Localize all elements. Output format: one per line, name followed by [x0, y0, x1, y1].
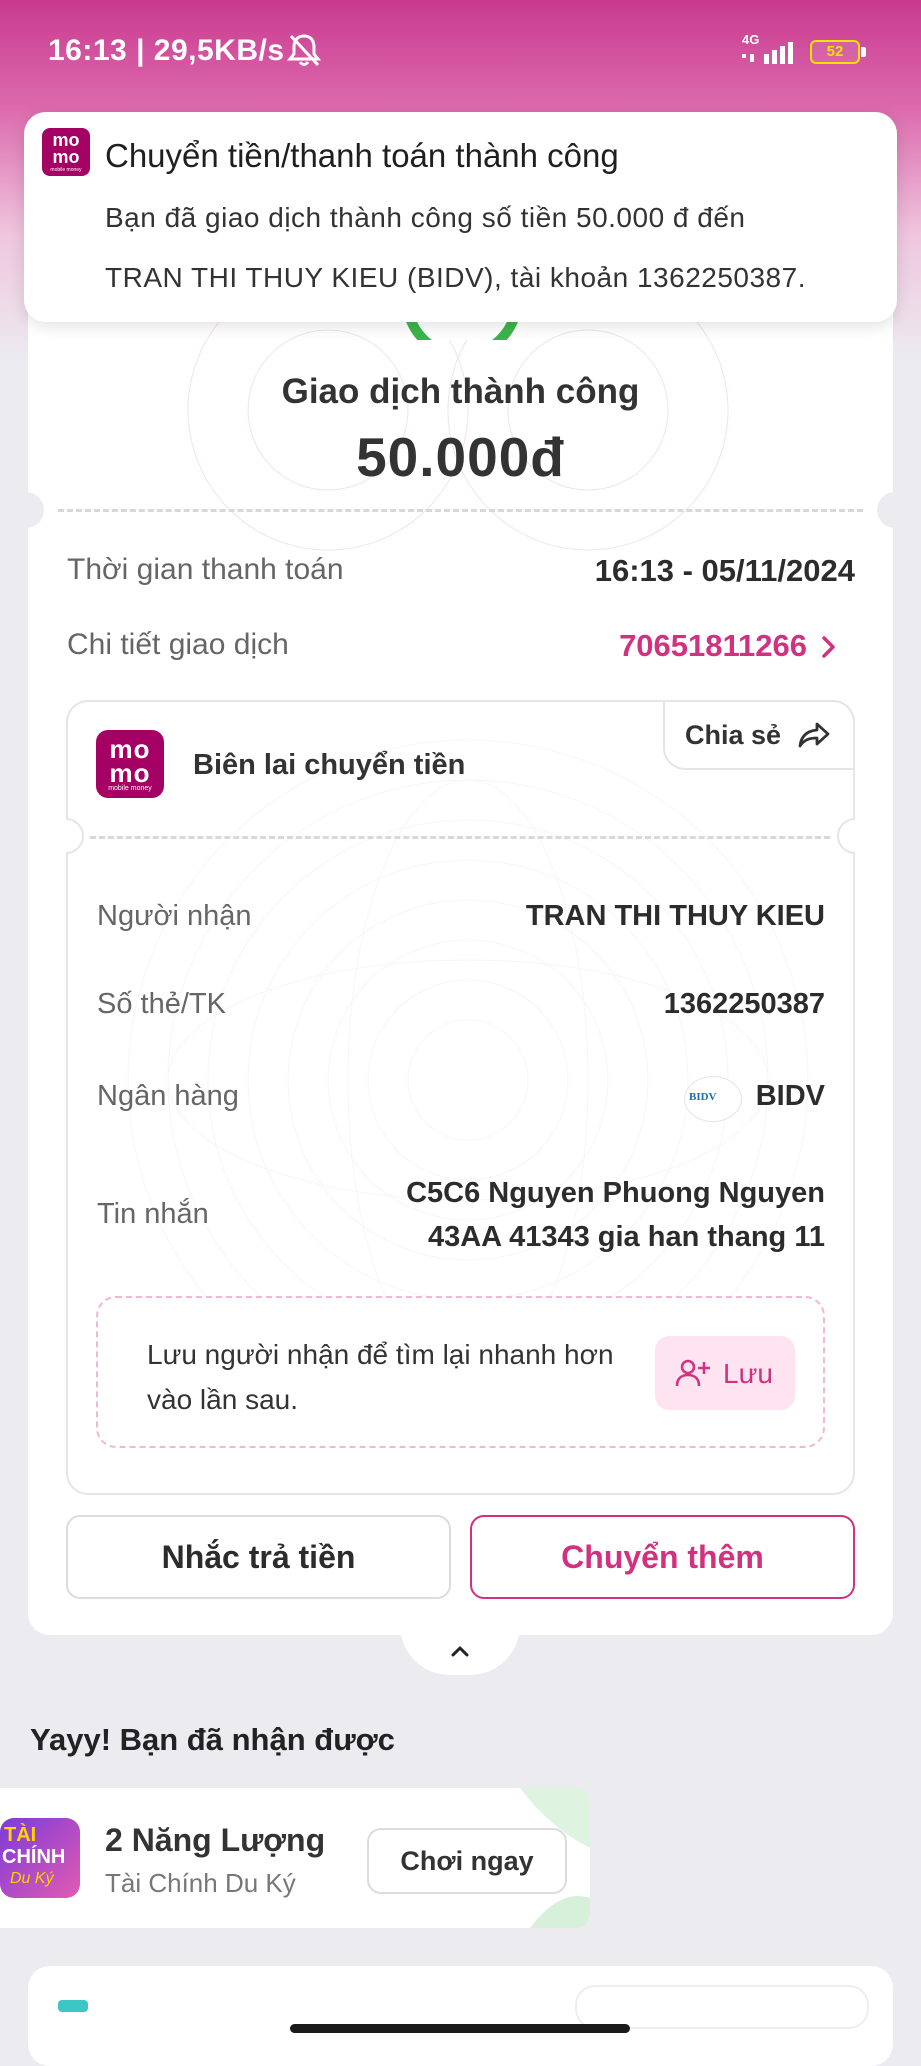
bank-label: Ngân hàng — [97, 1080, 239, 1112]
momo-notification-logo: mo mo mobile money — [42, 128, 90, 176]
receipt-title: Biên lai chuyển tiền — [193, 749, 466, 781]
rewards-title: Yayy! Bạn đã nhận được — [30, 1722, 395, 1757]
status-bar: 16:13 | 29,5KB/s 4G 52 — [0, 0, 921, 105]
share-button[interactable]: Chia sẻ — [663, 700, 855, 770]
save-recipient-button[interactable]: Lưu — [655, 1336, 795, 1410]
momo-logo: mo mo mobile money — [96, 730, 164, 798]
share-arrow-icon — [798, 722, 830, 748]
signal-icon — [742, 42, 793, 64]
status-time-speed: 16:13 | 29,5KB/s — [48, 34, 285, 67]
bidv-logo: BIDV — [684, 1076, 742, 1122]
account-label: Số thẻ/TK — [97, 988, 226, 1020]
game-logo: TÀI CHÍNH Du Ký — [0, 1818, 80, 1898]
save-label: Lưu — [723, 1358, 773, 1389]
transaction-id-link[interactable]: 70651811266 — [619, 628, 807, 664]
message-label: Tin nhắn — [97, 1198, 209, 1230]
receipt-divider — [90, 836, 830, 839]
chevron-right-icon[interactable] — [820, 634, 838, 660]
payment-time-value: 16:13 - 05/11/2024 — [594, 553, 855, 588]
battery-level: 52 — [826, 43, 844, 60]
next-card-button[interactable] — [575, 1985, 869, 2029]
message-value-line1: C5C6 Nguyen Phuong Nguyen — [406, 1177, 825, 1209]
battery-icon: 52 — [810, 40, 868, 64]
divider — [58, 509, 863, 512]
next-card-icon — [58, 2000, 88, 2012]
message-value-line2: 43AA 41343 gia han thang 11 — [427, 1221, 825, 1253]
result-title: Giao dịch thành công — [281, 372, 640, 411]
result-amount: 50.000đ — [356, 426, 565, 488]
recipient-value: TRAN THI THUY KIEU — [525, 900, 825, 932]
ticket-notch-right — [877, 492, 913, 528]
account-value: 1362250387 — [663, 988, 825, 1020]
notification-title: Chuyển tiền/thanh toán thành công — [105, 137, 619, 174]
remind-payment-button[interactable]: Nhắc trả tiền — [66, 1515, 451, 1599]
notification-body-line2: TRAN THI THUY KIEU (BIDV), tài khoản 136… — [105, 262, 806, 293]
play-now-button[interactable]: Chơi ngay — [367, 1828, 567, 1894]
chevron-up-icon[interactable] — [448, 1643, 472, 1659]
add-user-icon — [675, 1359, 710, 1387]
transfer-more-button[interactable]: Chuyển thêm — [470, 1515, 855, 1599]
reward-subtitle: Tài Chính Du Ký — [105, 1868, 296, 1898]
payment-time-label: Thời gian thanh toán — [67, 553, 344, 586]
notification-body-line1: Bạn đã giao dịch thành công số tiền 50.0… — [105, 202, 746, 233]
recipient-label: Người nhận — [97, 900, 252, 932]
bank-value: BIDV — [755, 1080, 825, 1112]
ticket-notch-left — [8, 492, 44, 528]
share-label: Chia sẻ — [685, 720, 782, 750]
reward-title: 2 Năng Lượng — [105, 1822, 326, 1858]
save-recipient-prompt: Lưu người nhận để tìm lại nhanh hơn vào … — [147, 1339, 614, 1415]
bell-off-icon — [287, 34, 321, 67]
transaction-detail-label: Chi tiết giao dịch — [67, 628, 289, 661]
home-indicator[interactable] — [290, 2024, 630, 2033]
